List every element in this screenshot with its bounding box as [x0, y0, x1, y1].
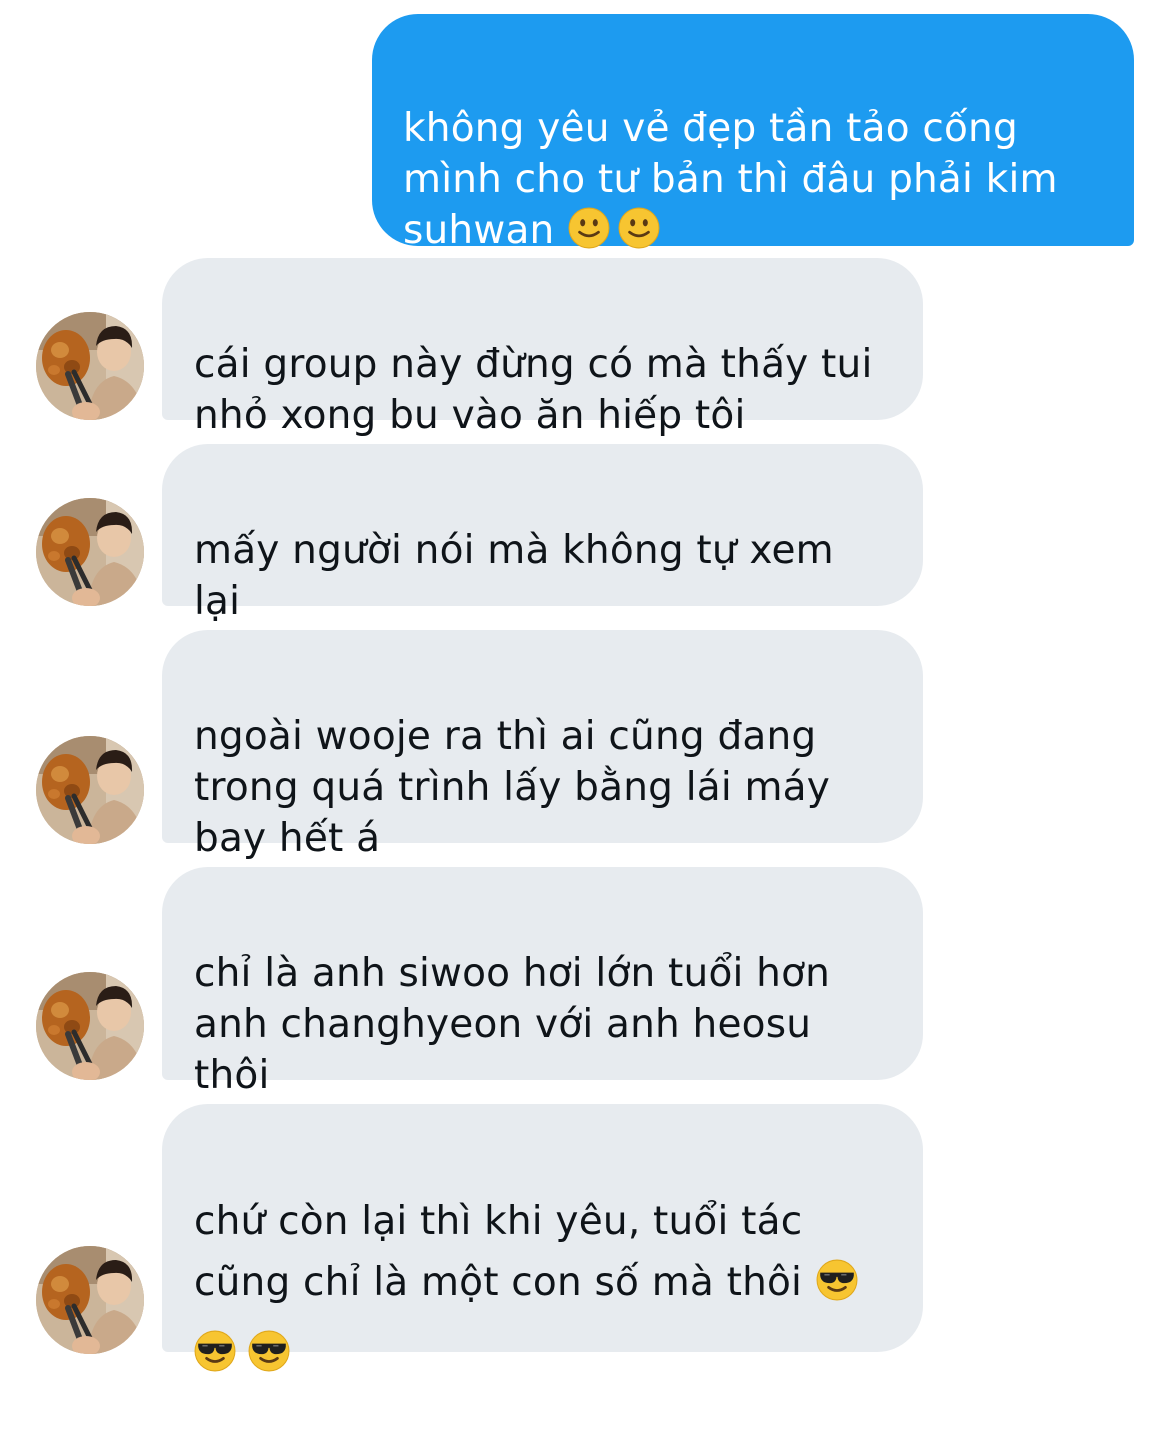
slightly-smiling-face-emoji — [618, 207, 660, 249]
slightly-smiling-face-emoji — [568, 207, 610, 249]
message-text: chứ còn lại thì khi yêu, tuổi tác cũng c… — [194, 1199, 803, 1305]
sender-avatar[interactable] — [36, 312, 144, 420]
avatar-photo — [36, 498, 144, 606]
dm-conversation: không yêu vẻ đẹp tần tảo cống mình cho t… — [0, 0, 1170, 1367]
received-message-bubble[interactable]: ngoài wooje ra thì ai cũng đang trong qu… — [162, 630, 923, 861]
sunglasses-face-emoji — [194, 1330, 236, 1372]
received-message-bubble[interactable]: chỉ là anh siwoo hơi lớn tuổi hơn anh ch… — [162, 867, 923, 1149]
message-text: cái group này đừng có mà thấy tui nhỏ xo… — [194, 342, 873, 438]
sender-avatar[interactable] — [36, 736, 144, 844]
sender-avatar[interactable] — [36, 1246, 144, 1354]
message-text: ngoài wooje ra thì ai cũng đang trong qu… — [194, 714, 831, 861]
avatar-photo — [36, 972, 144, 1080]
emoji-row — [194, 1323, 891, 1384]
received-message-bubble[interactable]: cái group này đừng có mà thấy tui nhỏ xo… — [162, 258, 923, 438]
sent-message-bubble[interactable]: không yêu vẻ đẹp tần tảo cống mình cho t… — [372, 14, 1134, 253]
sunglasses-face-emoji — [248, 1330, 290, 1372]
received-message-bubble[interactable]: chứ còn lại thì khi yêu, tuổi tác cũng c… — [162, 1104, 923, 1352]
message-text: không yêu vẻ đẹp tần tảo cống mình cho t… — [403, 106, 1058, 253]
sunglasses-face-emoji — [816, 1259, 858, 1301]
received-message-bubble[interactable]: mấy người nói mà không tự xem lại bản th… — [162, 444, 923, 675]
sender-avatar[interactable] — [36, 498, 144, 606]
avatar-photo — [36, 736, 144, 844]
avatar-photo — [36, 312, 144, 420]
sender-avatar[interactable] — [36, 972, 144, 1080]
avatar-photo — [36, 1246, 144, 1354]
